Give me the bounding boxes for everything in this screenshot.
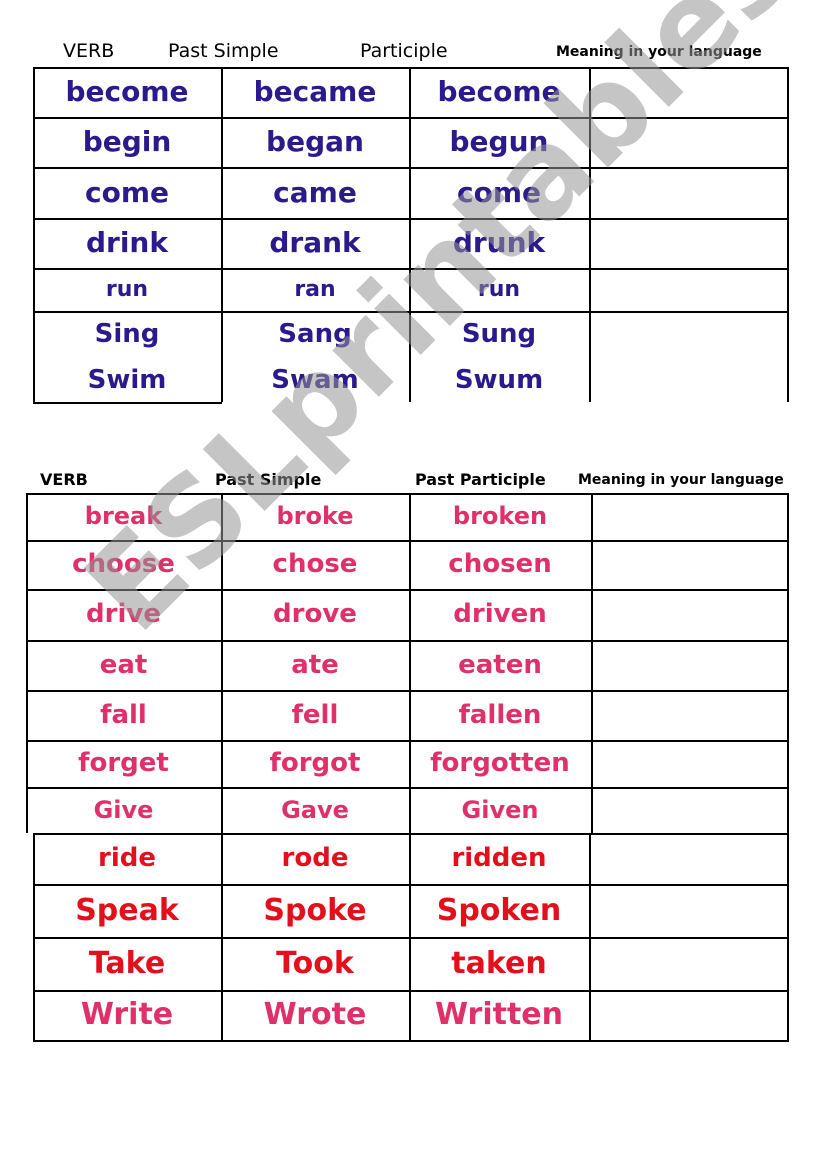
verb-cell: broken <box>452 502 548 530</box>
verb-cell: Spoke <box>263 893 367 928</box>
verb-cell: Sing <box>94 319 160 349</box>
verb-cell: Took <box>276 946 354 981</box>
verb-cell: drive <box>86 599 161 629</box>
verb-cell: Given <box>461 796 539 824</box>
s2-header-verb: VERB <box>40 470 88 489</box>
verb-cell: forgot <box>269 748 361 778</box>
verb-cell: drank <box>269 226 361 259</box>
s1-header-meaning: Meaning in your language <box>556 44 762 60</box>
table-border <box>589 67 591 402</box>
verb-cell: forgotten <box>430 748 570 778</box>
verb-cell: drove <box>273 599 357 629</box>
verb-cell: chosen <box>448 549 552 579</box>
verb-cell: ate <box>291 650 339 680</box>
verb-cell: drunk <box>452 226 546 259</box>
s2-header-meaning: Meaning in your language <box>578 472 784 488</box>
verb-cell: Written <box>434 997 564 1032</box>
verb-cell: Gave <box>281 796 349 824</box>
verb-cell: taken <box>451 946 547 981</box>
verb-cell: become <box>437 75 561 108</box>
verb-cell: come <box>85 176 169 209</box>
s1-header-verb: VERB <box>63 40 115 62</box>
verb-cell: run <box>477 277 521 302</box>
table-border <box>33 402 222 404</box>
verb-cell: Spoken <box>436 893 562 928</box>
verb-cell: ride <box>98 843 156 873</box>
table-border <box>787 67 789 402</box>
table-border <box>591 493 593 833</box>
verb-cell: rode <box>281 843 349 873</box>
verb-cell: become <box>65 75 189 108</box>
verb-cell: Write <box>80 997 174 1032</box>
verb-cell: driven <box>453 599 547 629</box>
verb-cell: begin <box>82 125 172 158</box>
verb-cell: break <box>84 502 163 530</box>
verb-cell: fallen <box>458 700 542 730</box>
verb-cell: eaten <box>458 650 542 680</box>
verb-cell: Speak <box>75 893 179 928</box>
verb-cell: Sang <box>278 319 352 349</box>
verb-cell: Swum <box>454 365 544 395</box>
verb-cell: eat <box>99 650 148 680</box>
verb-cell: Take <box>88 946 166 981</box>
table-border <box>787 493 789 833</box>
verb-cell: fell <box>291 700 339 730</box>
verb-cell: fall <box>100 700 147 730</box>
verb-cell: forget <box>78 748 169 778</box>
verb-cell: come <box>457 176 541 209</box>
verb-cell: chose <box>272 549 358 579</box>
verb-cell: came <box>273 176 357 209</box>
table-border <box>787 833 789 1042</box>
s2-header-past-participle: Past Participle <box>415 470 546 489</box>
s2-header-past-simple: Past Simple <box>215 470 322 489</box>
verb-cell: ran <box>294 277 336 302</box>
verb-cell: run <box>105 277 149 302</box>
s1-header-past-simple: Past Simple <box>168 40 279 62</box>
verb-cell: Swam <box>271 365 359 395</box>
verb-cell: became <box>253 75 377 108</box>
verb-cell: Sung <box>461 319 537 349</box>
s1-header-participle: Participle <box>360 40 448 62</box>
verb-cell: Wrote <box>263 997 367 1032</box>
verb-cell: Swim <box>87 365 167 395</box>
verb-cell: broke <box>276 502 354 530</box>
verb-cell: Give <box>93 796 154 824</box>
verb-cell: choose <box>72 549 175 579</box>
verb-cell: begun <box>449 125 549 158</box>
verb-cell: ridden <box>451 843 547 873</box>
verb-cell: drink <box>85 226 168 259</box>
table-border <box>589 833 591 1042</box>
verb-cell: began <box>266 125 364 158</box>
